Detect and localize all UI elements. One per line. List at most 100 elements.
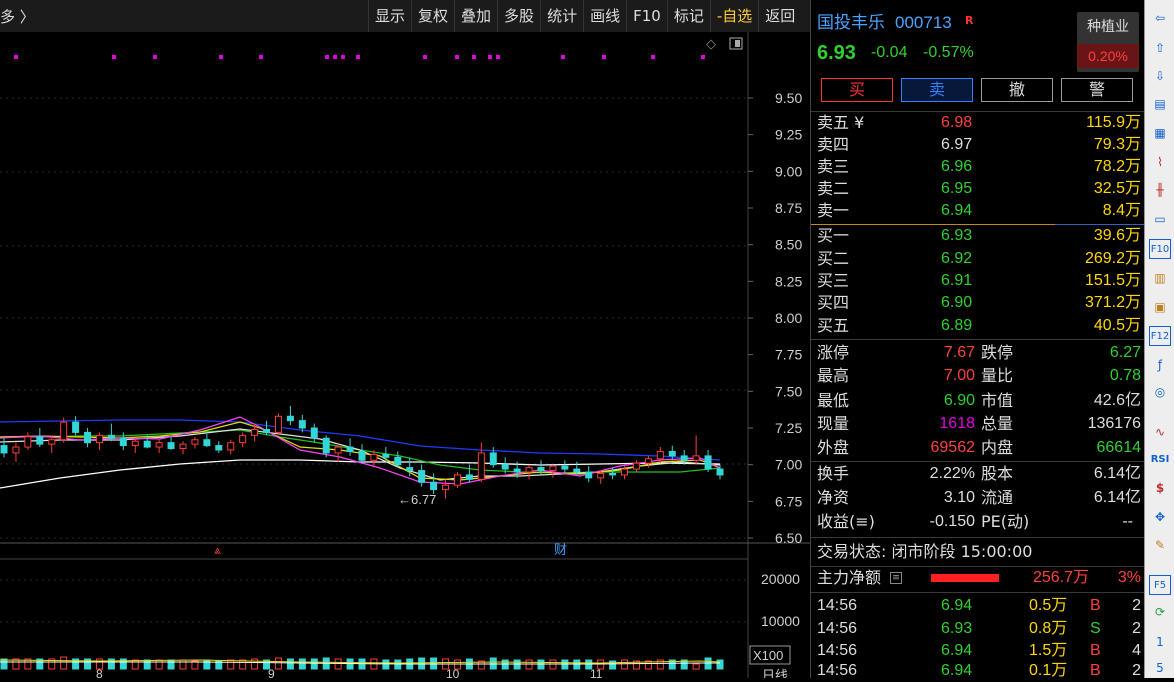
page-1-icon[interactable]: 1 bbox=[1149, 632, 1171, 652]
up-arrow-icon[interactable]: ⇧ bbox=[1149, 38, 1171, 58]
alert-button[interactable]: 警 bbox=[1061, 78, 1133, 102]
breadcrumb[interactable]: 多 〉 bbox=[0, 6, 35, 27]
tick-count: 2 bbox=[1132, 597, 1141, 614]
tick-time: 14:56 bbox=[817, 642, 858, 659]
candle-body bbox=[453, 474, 461, 486]
bid-price: 6.90 bbox=[941, 294, 973, 311]
candle-body bbox=[418, 470, 426, 483]
ask-price: 6.94 bbox=[941, 202, 973, 219]
refresh-icon[interactable]: ⟳ bbox=[1149, 602, 1171, 622]
toolbar-multi-stock-button[interactable]: 多股 bbox=[497, 0, 540, 32]
table-icon[interactable]: ▦ bbox=[1149, 123, 1171, 143]
stat-value: 2.22% bbox=[929, 465, 975, 482]
move-icon[interactable]: ✥ bbox=[1149, 507, 1171, 527]
tick-time: 14:56 bbox=[817, 620, 858, 637]
sector-box[interactable]: 种植业 0.20% bbox=[1077, 12, 1139, 72]
trading-app: 多 〉 显示 复权 叠加 多股 统计 画线 F10 标记 -自选 返回 9.50… bbox=[0, 0, 1174, 682]
stat-label: 最高 bbox=[817, 366, 850, 385]
sell-button[interactable]: 卖 bbox=[901, 78, 973, 102]
toolbar-watchlist-button[interactable]: -自选 bbox=[709, 0, 758, 32]
candle-body bbox=[394, 456, 402, 466]
toolbar-f10-button[interactable]: F10 bbox=[626, 0, 667, 32]
candle-body bbox=[298, 420, 306, 429]
f5-icon[interactable]: F5 bbox=[1149, 575, 1171, 595]
stat-label: 总量 bbox=[981, 414, 1014, 433]
period-label[interactable]: 日线 bbox=[762, 669, 788, 682]
stat-value: 7.67 bbox=[943, 344, 975, 361]
wave-icon[interactable]: ∿ bbox=[1149, 422, 1171, 442]
price-tick-label: 8.50 bbox=[775, 237, 802, 253]
pencil-icon[interactable]: ✎ bbox=[1149, 535, 1171, 555]
price-tick-label: 9.50 bbox=[775, 90, 802, 106]
candle-body bbox=[704, 455, 712, 470]
price-tick-label: 8.00 bbox=[775, 310, 802, 326]
down-arrow-icon[interactable]: ⇩ bbox=[1149, 66, 1171, 86]
candle-icon[interactable]: ╫ bbox=[1149, 180, 1171, 200]
list-icon[interactable]: ▭ bbox=[1149, 209, 1171, 229]
candle-body bbox=[263, 428, 271, 433]
toolbar-adjust-button[interactable]: 复权 bbox=[411, 0, 454, 32]
price-tick-label: 7.00 bbox=[775, 457, 802, 473]
toolbar-display-button[interactable]: 显示 bbox=[368, 0, 411, 32]
formula-icon[interactable]: ƒ bbox=[1149, 355, 1171, 375]
buy-button[interactable]: 买 bbox=[821, 78, 893, 102]
candle-body bbox=[561, 465, 569, 470]
candle-body bbox=[477, 452, 485, 480]
stat-value: -0.150 bbox=[929, 513, 975, 530]
candle-body bbox=[12, 446, 20, 454]
stat-value: 3.10 bbox=[943, 489, 975, 506]
candle-body bbox=[203, 439, 211, 447]
cancel-button[interactable]: 撤 bbox=[981, 78, 1053, 102]
candle-body bbox=[680, 455, 688, 461]
info-icon[interactable]: ▤ bbox=[1149, 94, 1171, 114]
line-chart-icon[interactable]: ⌇ bbox=[1149, 152, 1171, 172]
tick-volume: 0.1万 bbox=[1029, 662, 1068, 678]
bid-label: 买二 bbox=[817, 249, 850, 268]
candle-body bbox=[227, 442, 235, 451]
dollar-icon[interactable]: $ bbox=[1149, 478, 1171, 498]
stat-label: 内盘 bbox=[981, 438, 1014, 457]
bid-volume: 371.2万 bbox=[1084, 294, 1141, 311]
candle-body bbox=[406, 467, 414, 472]
price-change: -0.04 bbox=[871, 44, 908, 61]
diamond-icon[interactable]: ◇ bbox=[706, 37, 716, 52]
stat-value: 42.6亿 bbox=[1093, 392, 1141, 409]
stat-label: 最低 bbox=[817, 391, 850, 410]
kline-chart[interactable]: 9.50 9.25 9.00 8.75 8.50 8.25 8.00 7.75 7.50 7.25… bbox=[0, 32, 810, 682]
candle-body bbox=[668, 450, 676, 457]
doc-icon[interactable]: ▣ bbox=[1149, 297, 1171, 317]
toolbar-back-button[interactable]: 返回 bbox=[758, 0, 801, 32]
candle-body bbox=[465, 474, 473, 480]
ask-label: 卖二 bbox=[817, 179, 850, 198]
volume-bar bbox=[143, 659, 151, 670]
toolbar-mark-button[interactable]: 标记 bbox=[666, 0, 710, 32]
page-5-icon[interactable]: 5 bbox=[1149, 658, 1171, 678]
candle-body bbox=[95, 434, 103, 444]
period-low-label: ←6.77 bbox=[398, 492, 436, 507]
bid-label: 买三 bbox=[817, 271, 850, 290]
tick-count: 4 bbox=[1132, 642, 1141, 659]
chart-area[interactable]: 9.50 9.25 9.00 8.75 8.50 8.25 8.00 7.75 7.50 7.25… bbox=[0, 32, 810, 682]
f10-icon[interactable]: F10 bbox=[1149, 239, 1171, 259]
sector-pct: 0.20% bbox=[1077, 44, 1139, 68]
toolbar-draw-button[interactable]: 画线 bbox=[583, 0, 626, 32]
stat-value: 6.27 bbox=[1109, 344, 1141, 361]
toolbar-overlay-button[interactable]: 叠加 bbox=[454, 0, 497, 32]
stock-name: 国投丰乐 bbox=[817, 13, 885, 33]
circle-icon[interactable]: ◎ bbox=[1149, 382, 1171, 402]
stat-label[interactable]: 收益(≡) bbox=[817, 511, 875, 533]
back-arrow-icon[interactable]: ⇦ bbox=[1149, 8, 1171, 28]
candle-body bbox=[489, 452, 497, 466]
f12-icon[interactable]: F12 bbox=[1149, 326, 1171, 346]
volume-bar bbox=[716, 659, 724, 670]
rsi-icon[interactable]: RSI bbox=[1149, 450, 1171, 470]
volume-tick-label: 10000 bbox=[761, 613, 800, 629]
candle-body bbox=[537, 467, 545, 472]
volume-bar bbox=[692, 663, 700, 670]
list-icon[interactable]: ≡ bbox=[890, 572, 902, 584]
stat-label: 净资 bbox=[817, 488, 850, 507]
stat-value: 6.14亿 bbox=[1093, 489, 1141, 506]
capital-flow-pct: 3% bbox=[1117, 569, 1141, 586]
notes-icon[interactable]: ▥ bbox=[1149, 268, 1171, 288]
toolbar-stats-button[interactable]: 统计 bbox=[540, 0, 583, 32]
